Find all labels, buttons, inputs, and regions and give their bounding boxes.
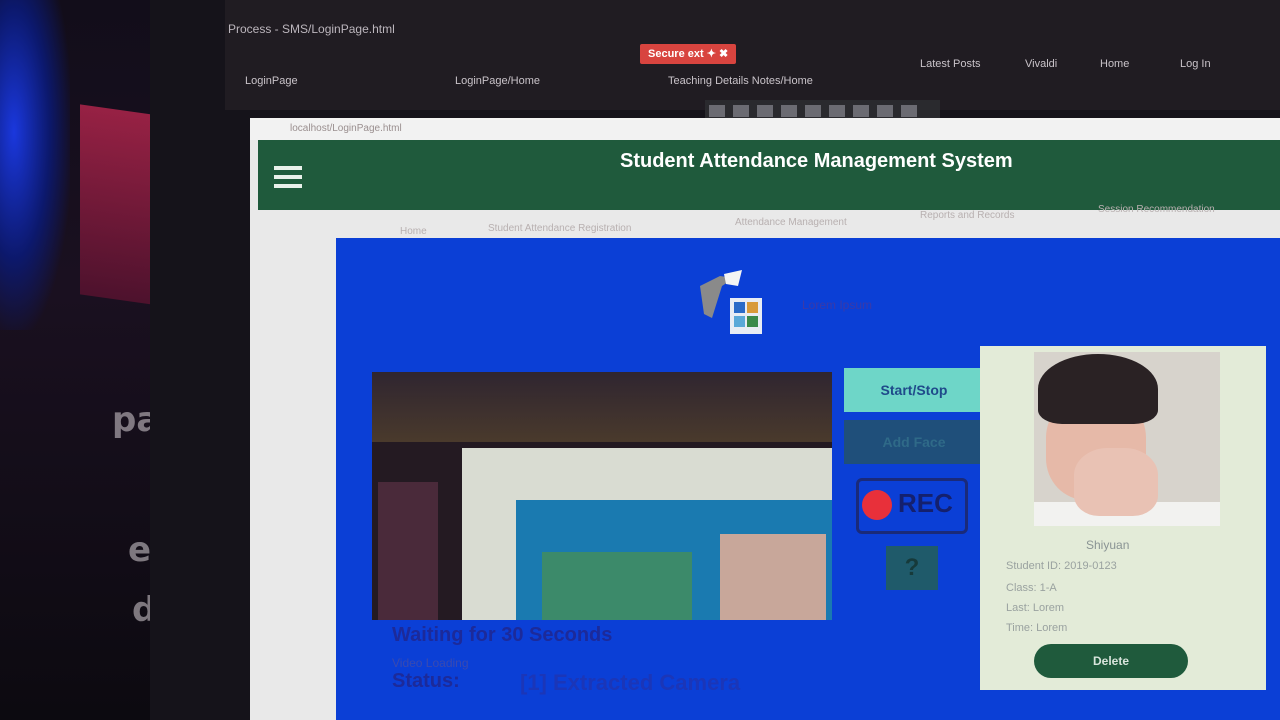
status-subcaption: Video Loading — [392, 656, 469, 670]
status-value: [1] Extracted Camera — [520, 670, 741, 695]
browser-tab[interactable]: LoginPage — [245, 70, 298, 92]
blue-led-light — [0, 0, 70, 330]
nav-item-reports[interactable]: Reports and Records — [920, 210, 1015, 221]
camera-feed — [372, 372, 832, 620]
toolbar-item[interactable]: Home — [1100, 58, 1129, 70]
pink-light — [80, 104, 160, 306]
status-label: Status: — [392, 670, 460, 692]
delete-button[interactable]: Delete — [1034, 644, 1188, 678]
record-label: REC — [898, 488, 953, 518]
page-title: Student Attendance Management System — [620, 150, 1013, 172]
start-stop-button[interactable]: Start/Stop — [844, 368, 984, 412]
logo-link[interactable]: Lorem Ipsum — [802, 298, 872, 312]
toolbar-item[interactable]: Latest Posts — [920, 58, 981, 70]
nav-item-session[interactable]: Session Recommendation — [1098, 204, 1215, 215]
tab-active[interactable]: Secure ext ✦ ✖ — [640, 44, 737, 64]
hamburger-menu-icon[interactable] — [274, 166, 302, 190]
address-bar[interactable]: localhost/LoginPage.html — [250, 118, 1280, 140]
window-title: Process - SMS/LoginPage.html — [228, 22, 395, 36]
browser-chrome — [225, 0, 1280, 110]
student-detail: Time: Lorem — [1006, 622, 1068, 634]
app-logo-icon — [700, 270, 762, 334]
nav-item-home[interactable]: Home — [400, 226, 427, 237]
student-detail: Student ID: 2019-0123 — [1006, 560, 1117, 572]
nav-item-attendance[interactable]: Attendance Management — [735, 217, 847, 228]
student-photo — [1034, 352, 1220, 526]
status-caption: Waiting for 30 Seconds — [392, 624, 613, 646]
student-detail: Class: 1-A — [1006, 582, 1057, 594]
record-dot-icon — [862, 490, 892, 520]
browser-tab[interactable]: LoginPage/Home — [455, 70, 540, 92]
student-name: Shiyuan — [1086, 538, 1130, 552]
help-button[interactable]: ? — [886, 546, 938, 590]
toolbar-item[interactable]: Log In — [1180, 58, 1211, 70]
student-detail: Last: Lorem — [1006, 602, 1065, 614]
add-face-button[interactable]: Add Face — [844, 420, 984, 464]
toolbar-item[interactable]: Vivaldi — [1025, 58, 1057, 70]
browser-tab[interactable]: Teaching Details Notes/Home — [668, 70, 813, 92]
nav-item-registration[interactable]: Student Attendance Registration — [488, 223, 631, 234]
